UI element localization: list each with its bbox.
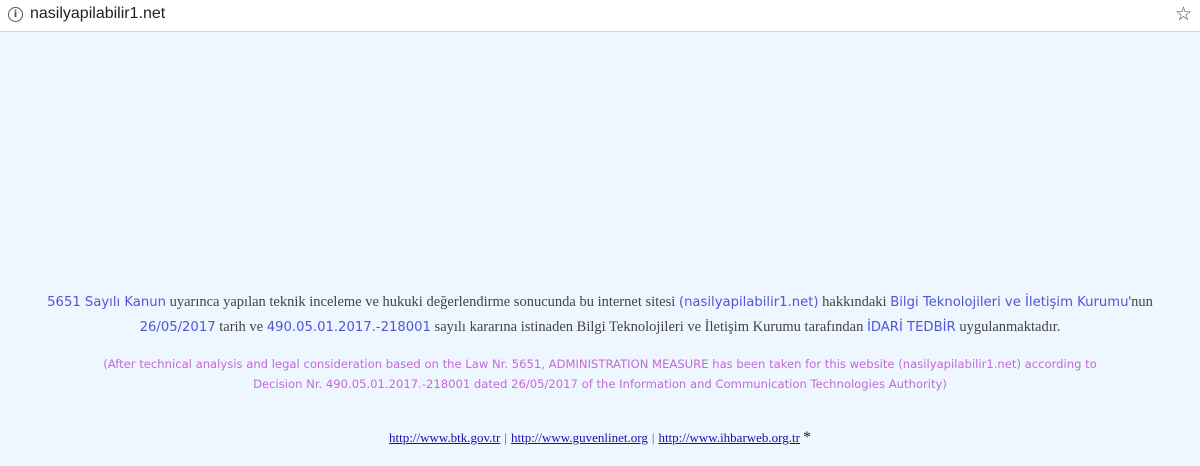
notice-text-4: tarih ve	[215, 319, 267, 335]
authority-name: Bilgi Teknolojileri ve İletişim Kurumu	[890, 295, 1129, 310]
site-name: (nasilyapilabilir1.net)	[678, 295, 819, 310]
link-separator: |	[504, 430, 507, 445]
decision-number: 490.05.01.2017.-218001	[266, 320, 431, 335]
footer-links: http://www.btk.gov.tr | http://www.guvenli…	[0, 429, 1200, 447]
notice-text-5: sayılı kararına istinaden Bilgi Teknoloj…	[430, 319, 867, 335]
link-separator: |	[651, 430, 655, 445]
decision-date: 26/05/2017	[139, 320, 216, 335]
notice-text-6: uygulanmaktadır.	[955, 319, 1061, 335]
address-bar: i nasilyapilabilir1.net ☆	[0, 0, 1200, 32]
notice-text-2: hakkındaki	[818, 294, 891, 310]
info-icon[interactable]: i	[8, 7, 23, 22]
ihbarweb-link[interactable]: http://www.ihbarweb.org.tr	[658, 430, 800, 445]
bookmark-star-icon[interactable]: ☆	[1175, 3, 1192, 25]
turkish-notice: 5651 Sayılı Kanun uyarınca yapılan tekni…	[10, 290, 1190, 340]
block-notice: 5651 Sayılı Kanun uyarınca yapılan tekni…	[0, 290, 1200, 394]
law-reference: 5651 Sayılı Kanun	[47, 295, 166, 310]
asterisk: *	[802, 429, 811, 446]
notice-text-3: 'nun	[1128, 294, 1153, 310]
administrative-measure: İDARİ TEDBİR	[866, 320, 956, 335]
english-notice: (After technical analysis and legal cons…	[103, 357, 1097, 391]
btk-link[interactable]: http://www.btk.gov.tr	[389, 430, 500, 445]
guvenlinet-link[interactable]: http://www.guvenlinet.org	[511, 430, 648, 445]
url-text[interactable]: nasilyapilabilir1.net	[30, 5, 165, 23]
notice-text-1: uyarınca yapılan teknik inceleme ve huku…	[165, 294, 679, 310]
